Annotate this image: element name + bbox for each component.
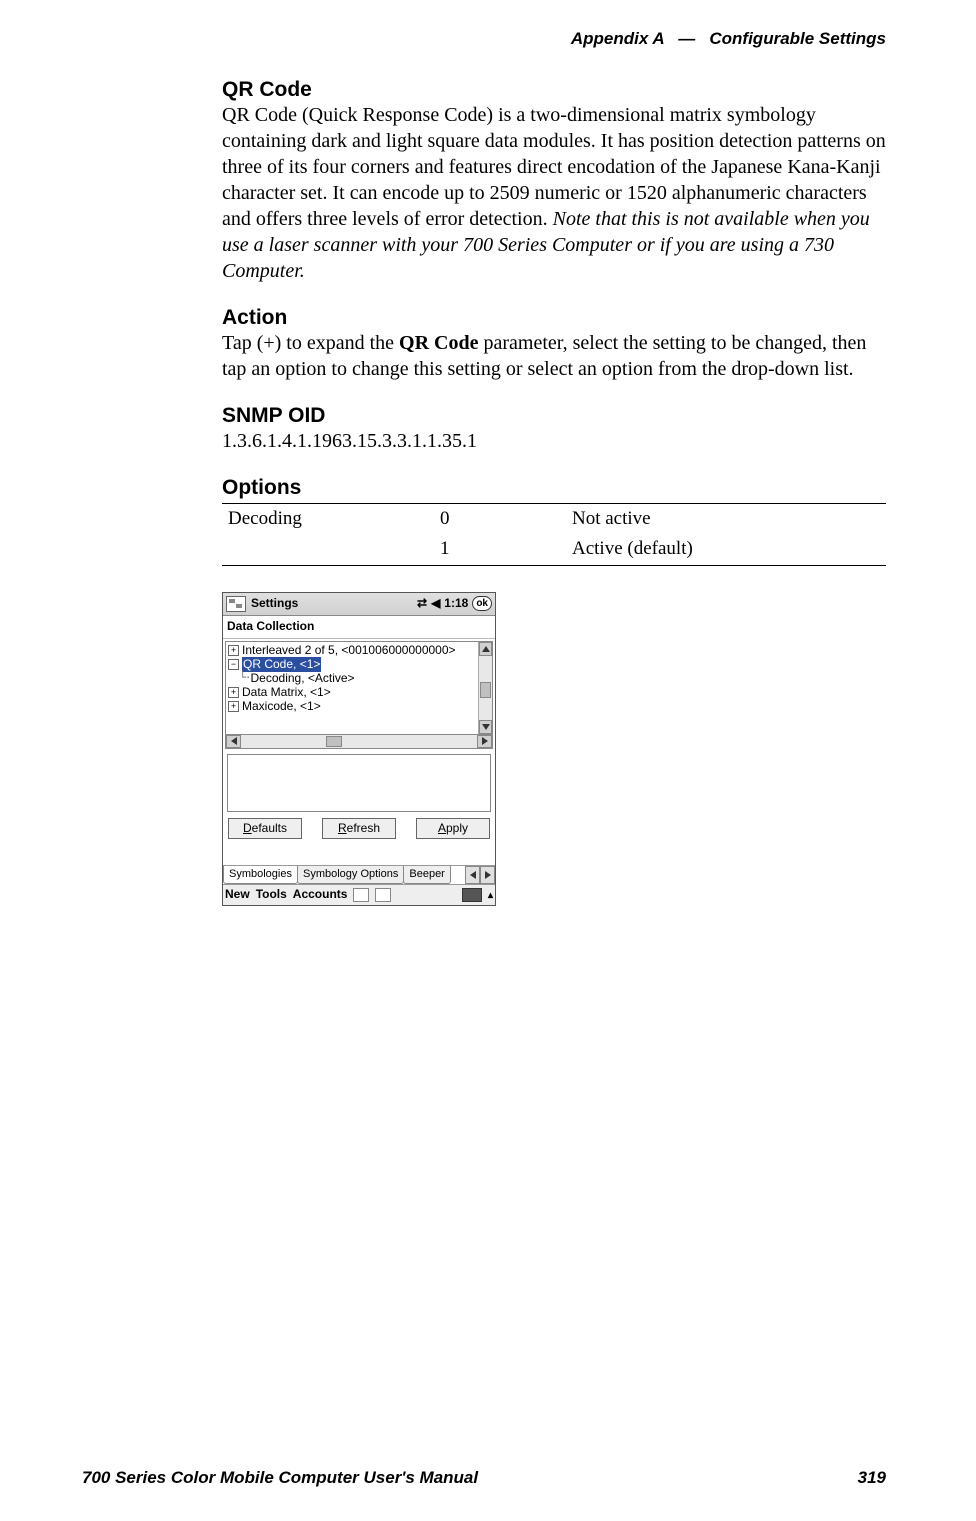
action-bold: QR Code	[399, 332, 478, 354]
window-title: Settings	[251, 596, 298, 612]
scroll-down-button[interactable]	[479, 720, 492, 734]
tree-item-decoding[interactable]: └· Decoding, <Active>	[228, 672, 490, 686]
heading-qr-code: QR Code	[222, 78, 886, 102]
header-appendix: Appendix A	[571, 29, 664, 48]
tree-item-data-matrix[interactable]: + Data Matrix, <1>	[228, 686, 490, 700]
scroll-thumb[interactable]	[480, 682, 491, 698]
taskbar-icon-1[interactable]	[353, 888, 369, 902]
keyboard-icon[interactable]	[462, 888, 482, 902]
expand-icon[interactable]: +	[228, 687, 239, 698]
action-pre: Tap (+) to expand the	[222, 332, 399, 354]
action-body: Tap (+) to expand the QR Code parameter,…	[222, 330, 886, 382]
volume-icon[interactable]: ◀	[431, 596, 440, 612]
options-table: Decoding 0 Not active 1 Active (default)	[222, 503, 886, 566]
window-titlebar: Settings ⇄ ◀ 1:18 ok	[223, 593, 495, 616]
menu-new[interactable]: New	[225, 887, 250, 903]
options-name-0: Decoding	[222, 503, 434, 534]
page-content: QR Code QR Code (Quick Response Code) is…	[222, 78, 886, 906]
heading-action: Action	[222, 306, 886, 330]
system-tray: ⇄ ◀ 1:18 ok	[417, 596, 492, 612]
header-sep: —	[678, 29, 695, 48]
running-header: Appendix A — Configurable Settings	[571, 28, 886, 50]
options-code-1: 1	[434, 534, 566, 565]
tab-symbologies[interactable]: Symbologies	[223, 866, 298, 883]
menu-tools[interactable]: Tools	[256, 887, 287, 903]
heading-snmp-oid: SNMP OID	[222, 404, 886, 428]
tree-item-maxicode[interactable]: + Maxicode, <1>	[228, 700, 490, 714]
footer-manual-title: 700 Series Color Mobile Computer User's …	[82, 1467, 478, 1489]
tab-symbology-options[interactable]: Symbology Options	[297, 866, 404, 883]
keyboard-popup-arrow[interactable]: ▴	[488, 889, 493, 902]
symbology-tree[interactable]: + Interleaved 2 of 5, <001006000000000> …	[225, 641, 493, 735]
taskbar: New Tools Accounts ▴	[223, 884, 495, 905]
heading-options: Options	[222, 476, 886, 500]
clock[interactable]: 1:18	[444, 596, 468, 612]
ok-button[interactable]: ok	[472, 596, 492, 611]
table-row: Decoding 0 Not active	[222, 503, 886, 534]
tab-scroll-right[interactable]	[480, 866, 495, 884]
snmp-oid-value: 1.3.6.1.4.1.1963.15.3.3.1.1.35.1	[222, 428, 886, 454]
footer-page-number: 319	[858, 1467, 886, 1489]
connectivity-icon[interactable]: ⇄	[417, 596, 427, 612]
qr-code-body: QR Code (Quick Response Code) is a two-d…	[222, 102, 886, 284]
value-input[interactable]	[227, 754, 491, 812]
scroll-up-button[interactable]	[479, 642, 492, 656]
horizontal-scrollbar[interactable]	[225, 734, 493, 749]
tab-strip: Symbologies Symbology Options Beeper	[223, 865, 495, 884]
tab-beeper[interactable]: Beeper	[403, 866, 450, 883]
menu-accounts[interactable]: Accounts	[293, 887, 348, 903]
tree-label: Maxicode, <1>	[242, 699, 321, 715]
expand-icon[interactable]: +	[228, 701, 239, 712]
device-screenshot: Settings ⇄ ◀ 1:18 ok Data Collection + I…	[222, 592, 496, 906]
defaults-button[interactable]: Defaults	[228, 818, 302, 840]
page-footer: 700 Series Color Mobile Computer User's …	[82, 1467, 886, 1489]
options-name-1	[222, 534, 434, 565]
scroll-thumb[interactable]	[326, 736, 342, 747]
tree-item-interleaved[interactable]: + Interleaved 2 of 5, <001006000000000>	[228, 644, 490, 658]
vertical-scrollbar[interactable]	[478, 642, 492, 734]
collapse-icon[interactable]: −	[228, 659, 239, 670]
options-desc-0: Not active	[566, 503, 886, 534]
table-row: 1 Active (default)	[222, 534, 886, 565]
refresh-button[interactable]: Refresh	[322, 818, 396, 840]
options-desc-1: Active (default)	[566, 534, 886, 565]
expand-icon[interactable]: +	[228, 645, 239, 656]
panel-title: Data Collection	[223, 616, 495, 639]
tree-item-qr-code[interactable]: − QR Code, <1>	[228, 658, 490, 672]
taskbar-icon-2[interactable]	[375, 888, 391, 902]
scroll-right-button[interactable]	[477, 735, 492, 748]
header-title: Configurable Settings	[709, 29, 886, 48]
tab-scroll-left[interactable]	[465, 866, 480, 884]
apply-button[interactable]: Apply	[416, 818, 490, 840]
options-code-0: 0	[434, 503, 566, 534]
start-flag-icon[interactable]	[226, 596, 246, 612]
scroll-left-button[interactable]	[226, 735, 241, 748]
